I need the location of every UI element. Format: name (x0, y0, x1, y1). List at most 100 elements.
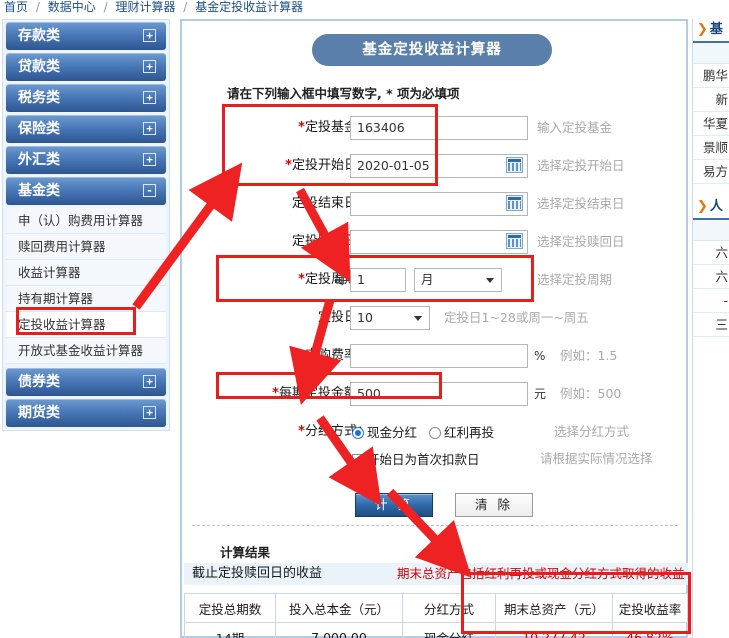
breadcrumb-item-data-center[interactable]: 数据中心 (48, 0, 96, 14)
rail-section-fund-header[interactable]: ❯ 基 (693, 19, 729, 43)
results-band-label: 截止定投赎回日的收益 (192, 566, 323, 581)
form-row-fund: *定投基金： 163406 输入定投基金 (182, 114, 690, 144)
chevron-right-icon: ❯ (697, 199, 708, 214)
unit-amount: 元 (534, 387, 547, 401)
rail-item-yifang[interactable]: 易方 (693, 160, 729, 184)
label-end-date: 定投结束日： (291, 196, 370, 211)
label-cycle: *定投周期： (298, 272, 370, 287)
column-header-dividend-mode: 分红方式 (402, 593, 496, 623)
rail-subheader (693, 220, 729, 241)
radio-reinvest-dividend-label: 红利再投 (444, 425, 495, 440)
sidebar-category-loan[interactable]: 贷款类 + (6, 53, 166, 81)
rail-section-people-header[interactable]: ❯ 人 (693, 196, 729, 220)
sidebar-category-label: 存款类 (18, 28, 60, 44)
tip-amount: 例如：500 (560, 386, 622, 401)
plus-icon[interactable]: + (143, 60, 156, 73)
cell-periods: 14期 (184, 622, 276, 638)
plus-icon[interactable]: + (143, 375, 156, 388)
select-invest-day-value: 10 (357, 310, 373, 325)
required-star: * (298, 120, 305, 135)
column-header-periods: 定投总期数 (184, 593, 276, 623)
rail-item-huaxia[interactable]: 华夏 (693, 112, 729, 136)
label-dividend: *分红方式： (298, 424, 370, 439)
select-cycle-unit[interactable]: 月 (414, 268, 502, 292)
cell-dividend-mode: 现金分红 (402, 622, 496, 638)
rail-item-penghua[interactable]: 鹏华 (693, 64, 729, 88)
rail-item-xin[interactable]: 新 (693, 88, 729, 112)
sidebar-item-sip-return[interactable]: 定投收益计算器 (6, 312, 166, 338)
tip-start-date: 选择定投开始日 (537, 158, 625, 173)
breadcrumb-item-calculators[interactable]: 理财计算器 (115, 0, 175, 14)
minus-icon[interactable]: - (143, 184, 156, 197)
rail-item-4[interactable]: 三 (693, 313, 729, 337)
plus-icon[interactable]: + (143, 153, 156, 166)
rail-item-3[interactable]: - (693, 289, 729, 313)
calculate-button[interactable]: 计 算 (355, 493, 433, 517)
form-row-redeem-date: 定投赎回日： 选择定投赎回日 (182, 228, 690, 258)
sidebar-category-label: 基金类 (18, 183, 60, 199)
breadcrumb-separator: / (103, 0, 108, 14)
breadcrumb-separator: / (35, 0, 40, 14)
table-row: 14期 7,000.00 现金分红 10,277.42 46.82% (184, 622, 688, 638)
calculator-panel: 基金定投收益计算器 请在下列输入框中填写数字, * 项为必填项 *定投基金： 1… (180, 19, 688, 638)
plus-icon[interactable]: + (143, 91, 156, 104)
tip-dividend: 选择分红方式 (554, 424, 630, 439)
clear-button[interactable]: 清 除 (455, 493, 533, 517)
column-header-return-rate: 定投收益率 (612, 593, 688, 623)
form-row-first-deduction: 开始日为首次扣款日 请根据实际情况选择 (182, 445, 690, 475)
form-row-start-date: *定投开始日： 2020-01-05 选择定投开始日 (182, 152, 690, 182)
table-header-row: 定投总期数 投入总本金（元） 分红方式 期末总资产（元） 定投收益率 (184, 593, 688, 623)
sidebar-category-insurance[interactable]: 保险类 + (6, 115, 166, 143)
sidebar-item-holding-period[interactable]: 持有期计算器 (6, 286, 166, 312)
results-annotation-note: 期末总资产包括红利再投或现金分红方式取得的收益 (397, 566, 685, 581)
sidebar-category-tax[interactable]: 税务类 + (6, 84, 166, 112)
label-redeem-date: 定投赎回日： (291, 234, 370, 249)
select-cycle-unit-value: 月 (421, 272, 434, 287)
sidebar-item-open-fund-return[interactable]: 开放式基金收益计算器 (6, 338, 166, 364)
form-instruction: 请在下列输入框中填写数字, * 项为必填项 (227, 86, 460, 101)
calendar-icon[interactable] (506, 233, 523, 249)
cycle-prefix: 每 (334, 273, 347, 287)
sidebar-item-subscription-fee[interactable]: 申（认）购费用计算器 (6, 208, 166, 234)
rail-item-2[interactable]: 六 (693, 265, 729, 289)
rail-item-1[interactable]: 六 (693, 241, 729, 265)
first-deduction-group: 开始日为首次扣款日 (352, 445, 492, 474)
chevron-right-icon: ❯ (697, 22, 708, 37)
sidebar-category-futures[interactable]: 期货类 + (6, 399, 166, 427)
calendar-icon[interactable] (506, 157, 523, 173)
input-redeem-date[interactable] (350, 230, 528, 254)
column-header-final-assets: 期末总资产（元） (495, 593, 613, 623)
input-end-date[interactable] (350, 192, 528, 216)
radio-cash-dividend[interactable] (352, 427, 364, 439)
plus-icon[interactable]: + (143, 29, 156, 42)
plus-icon[interactable]: + (143, 406, 156, 419)
sidebar-category-label: 债券类 (18, 374, 60, 390)
breadcrumb-item-home[interactable]: 首页 (4, 0, 28, 14)
select-invest-day[interactable]: 10 (350, 306, 430, 330)
tip-first-deduction: 请根据实际情况选择 (540, 451, 653, 466)
checkbox-first-deduction[interactable] (352, 454, 364, 466)
sidebar-category-fund[interactable]: 基金类 - (6, 177, 166, 205)
input-fee-rate[interactable] (350, 344, 528, 368)
input-amount[interactable]: 500 (350, 382, 528, 406)
input-cycle-count[interactable]: 1 (350, 268, 406, 292)
input-fund[interactable]: 163406 (350, 116, 528, 140)
form-row-amount: *每期定投金额： 500 元 例如：500 (182, 380, 690, 410)
calendar-icon[interactable] (506, 195, 523, 211)
rail-section-fund-title: 基 (709, 22, 723, 37)
rail-item-jingshun[interactable]: 景顺 (693, 136, 729, 160)
sidebar-category-deposit[interactable]: 存款类 + (6, 22, 166, 50)
form-row-fee-rate: 申购费率： % 例如：1.5 (182, 342, 690, 372)
sidebar-category-label: 外汇类 (18, 152, 60, 168)
input-start-date[interactable]: 2020-01-05 (350, 154, 528, 178)
label-invest-day: 定投日： (317, 310, 370, 325)
sidebar-item-redemption-fee[interactable]: 赎回费用计算器 (6, 234, 166, 260)
plus-icon[interactable]: + (143, 122, 156, 135)
radio-reinvest-dividend[interactable] (429, 427, 442, 439)
sidebar-category-bond[interactable]: 债券类 + (6, 368, 166, 396)
tip-redeem-date: 选择定投赎回日 (537, 234, 625, 249)
sidebar-category-forex[interactable]: 外汇类 + (6, 146, 166, 174)
sidebar-item-return[interactable]: 收益计算器 (6, 260, 166, 286)
page-title: 基金定投收益计算器 (312, 34, 552, 66)
breadcrumb: 首页 / 数据中心 / 理财计算器 / 基金定投收益计算器 (4, 0, 303, 16)
